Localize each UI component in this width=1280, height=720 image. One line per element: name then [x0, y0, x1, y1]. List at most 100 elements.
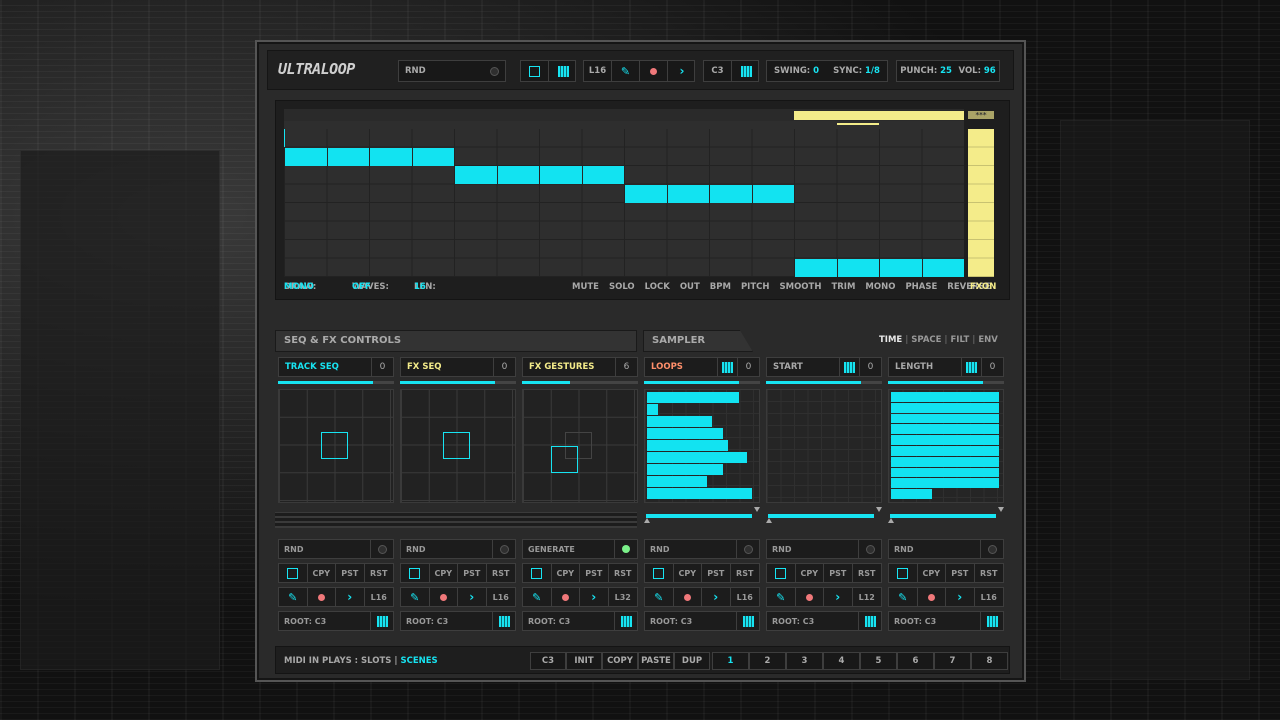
value-bar[interactable]: [647, 392, 739, 403]
rnd-knob[interactable]: [615, 540, 637, 558]
keyboard-button[interactable]: [615, 612, 637, 630]
reset-button[interactable]: RST: [609, 564, 637, 582]
xy-cursor[interactable]: [551, 446, 578, 473]
column-value[interactable]: 0: [493, 358, 515, 376]
keyboard-button[interactable]: [493, 612, 515, 630]
record-button[interactable]: [796, 588, 824, 606]
rnd-knob[interactable]: [859, 540, 881, 558]
pin-button[interactable]: ✎: [767, 588, 796, 606]
root-note-button[interactable]: C3: [704, 61, 732, 81]
value-bar[interactable]: [891, 446, 999, 456]
copy-button[interactable]: CPY: [430, 564, 458, 582]
grid-toggle[interactable]: [961, 358, 981, 376]
paste-button[interactable]: PST: [702, 564, 731, 582]
note-block[interactable]: [540, 166, 582, 184]
keyboard-button[interactable]: [859, 612, 881, 630]
value-bar[interactable]: [647, 428, 723, 439]
play-button[interactable]: ›: [702, 588, 731, 606]
copy-button[interactable]: CPY: [308, 564, 336, 582]
note-block[interactable]: [497, 166, 539, 184]
note-block[interactable]: [667, 184, 709, 203]
scene-button[interactable]: 7: [934, 652, 971, 670]
note-block[interactable]: [370, 147, 412, 166]
footer-button[interactable]: INIT: [566, 652, 602, 670]
lane-button[interactable]: LOCK: [645, 282, 670, 292]
sync-control[interactable]: SYNC: 1/8: [833, 66, 880, 76]
note-block[interactable]: [285, 147, 327, 166]
column-header[interactable]: START 0: [766, 357, 882, 377]
column-header[interactable]: LOOPS 0: [644, 357, 760, 377]
record-button[interactable]: [640, 61, 668, 81]
sampler-tab[interactable]: SPACE: [911, 335, 941, 345]
note-block[interactable]: [327, 147, 369, 166]
scene-button[interactable]: 8: [971, 652, 1008, 670]
value-bar[interactable]: [891, 424, 999, 435]
pin-button[interactable]: ✎: [279, 588, 308, 606]
column-value[interactable]: 0: [859, 358, 881, 376]
xy-pad[interactable]: [400, 389, 516, 503]
scene-button[interactable]: 6: [897, 652, 934, 670]
reset-button[interactable]: RST: [853, 564, 881, 582]
punch-control[interactable]: PUNCH: 25: [900, 66, 952, 76]
column-header[interactable]: LENGTH 0: [888, 357, 1004, 377]
copy-button[interactable]: CPY: [918, 564, 946, 582]
length-button[interactable]: L16: [365, 588, 393, 606]
lane-button[interactable]: SMOOTH: [779, 282, 821, 292]
keyboard-button[interactable]: [981, 612, 1003, 630]
lane-button[interactable]: PITCH: [741, 282, 770, 292]
lane-button[interactable]: BPM: [710, 282, 731, 292]
select-button[interactable]: [645, 564, 674, 582]
value-bar[interactable]: [891, 467, 999, 478]
paste-button[interactable]: PST: [824, 564, 853, 582]
play-button[interactable]: ›: [458, 588, 487, 606]
scene-button[interactable]: 1: [712, 652, 749, 670]
swing-control[interactable]: SWING: 0: [774, 66, 819, 76]
single-view-button[interactable]: [521, 61, 549, 81]
root-row[interactable]: ROOT: C3: [888, 611, 1004, 631]
rnd-knob[interactable]: [493, 540, 515, 558]
copy-button[interactable]: CPY: [552, 564, 580, 582]
range-start-handle[interactable]: [644, 518, 650, 523]
rnd-knob[interactable]: [371, 540, 393, 558]
rnd-selector[interactable]: RND: [398, 60, 506, 82]
footer-button[interactable]: C3: [530, 652, 566, 670]
copy-button[interactable]: CPY: [796, 564, 824, 582]
pin-button[interactable]: ✎: [645, 588, 674, 606]
select-button[interactable]: [279, 564, 308, 582]
play-button[interactable]: ›: [946, 588, 975, 606]
root-row[interactable]: ROOT: C3: [278, 611, 394, 631]
range-start-handle[interactable]: [888, 518, 894, 523]
keyboard-button[interactable]: [371, 612, 393, 630]
grid-toggle[interactable]: [717, 358, 737, 376]
xy-cursor[interactable]: [321, 432, 348, 459]
scene-button[interactable]: 2: [749, 652, 786, 670]
step-grid[interactable]: [284, 109, 964, 277]
reset-button[interactable]: RST: [975, 564, 1003, 582]
record-button[interactable]: [308, 588, 336, 606]
range-slider[interactable]: [766, 507, 882, 523]
pin-button[interactable]: ✎: [523, 588, 552, 606]
reset-button[interactable]: RST: [731, 564, 759, 582]
value-bar[interactable]: [891, 489, 932, 499]
rnd-knob[interactable]: [737, 540, 759, 558]
range-end-handle[interactable]: [998, 507, 1004, 512]
length-button[interactable]: L32: [609, 588, 637, 606]
range-slider[interactable]: [644, 507, 760, 523]
play-button[interactable]: ›: [336, 588, 365, 606]
value-bar[interactable]: [647, 440, 728, 451]
value-bar[interactable]: [891, 456, 999, 467]
range-slider[interactable]: [888, 507, 1004, 523]
column-value[interactable]: 0: [371, 358, 393, 376]
lane-button[interactable]: PHASE: [905, 282, 937, 292]
scene-button[interactable]: 4: [823, 652, 860, 670]
pin-button[interactable]: ✎: [401, 588, 430, 606]
record-button[interactable]: [674, 588, 702, 606]
note-block[interactable]: [837, 258, 879, 277]
note-block[interactable]: [710, 184, 752, 203]
value-bar[interactable]: [647, 452, 747, 463]
value-bar[interactable]: [891, 478, 999, 489]
lane-button[interactable]: TRIM: [831, 282, 855, 292]
xy-pad[interactable]: [278, 389, 394, 503]
root-row[interactable]: ROOT: C3: [766, 611, 882, 631]
keyboard-button[interactable]: [737, 612, 759, 630]
